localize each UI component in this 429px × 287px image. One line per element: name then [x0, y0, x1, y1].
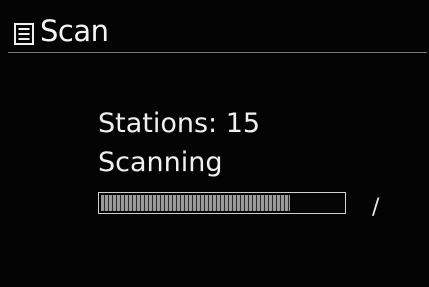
list-menu-icon: [14, 23, 34, 45]
header-divider: [8, 52, 427, 53]
scan-status-text: Scanning: [98, 147, 223, 178]
page-title: Scan: [40, 14, 109, 48]
radio-display: Scan Stations: 15 Scanning /: [0, 0, 429, 287]
stations-count-text: Stations: 15: [98, 108, 261, 139]
scan-progress-fill: [101, 195, 290, 211]
header-bar: Scan: [0, 0, 429, 50]
busy-spinner-icon: /: [372, 195, 380, 220]
scan-progress-bar: [98, 192, 346, 214]
